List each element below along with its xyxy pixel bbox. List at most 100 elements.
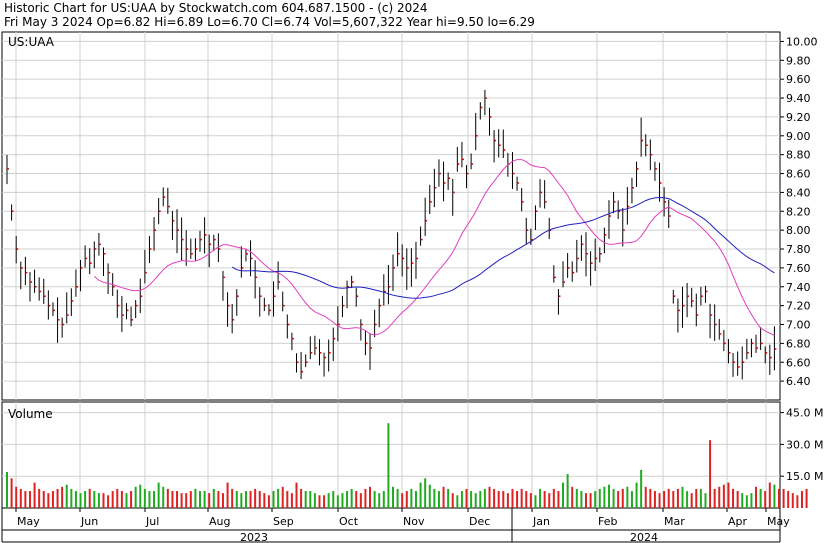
- volume-bar: [336, 495, 339, 508]
- volume-bar: [562, 482, 565, 508]
- volume-bar: [672, 491, 675, 508]
- volume-bar: [28, 491, 31, 508]
- volume-bar: [470, 491, 473, 508]
- volume-bar: [745, 495, 748, 508]
- volume-bar: [778, 488, 780, 508]
- volume-bar: [575, 488, 578, 508]
- volume-bar: [479, 491, 482, 508]
- volume-bar: [548, 493, 551, 508]
- volume-bar: [171, 491, 174, 508]
- volume-bar: [84, 491, 87, 508]
- volume-bar: [221, 493, 224, 508]
- volume-bar: [520, 488, 523, 508]
- volume-bar: [759, 488, 762, 508]
- month-label: Jul: [145, 515, 159, 528]
- volume-bar: [640, 469, 643, 508]
- stock-chart: 10.00 9.80 9.60 9.40 9.20 9.00 8.80 8.60 8.40 8.2…: [1, 31, 823, 543]
- volume-bar: [350, 488, 353, 508]
- volume-bar: [396, 488, 399, 508]
- volume-bar: [102, 493, 105, 508]
- volume-bar: [281, 486, 284, 508]
- price-tick-label: 8.80: [786, 149, 811, 162]
- volume-bar: [203, 491, 206, 508]
- volume-bar: [111, 491, 114, 508]
- month-label: Aug: [209, 515, 230, 528]
- volume-bar: [653, 491, 656, 508]
- volume-bar: [70, 488, 73, 508]
- volume-bar: [116, 488, 119, 508]
- price-tick-label: 6.80: [786, 337, 811, 350]
- volume-bar: [566, 474, 569, 508]
- volume-bar: [125, 493, 128, 508]
- grid-layer: [1, 31, 781, 509]
- volume-bar: [267, 495, 270, 508]
- volume-bar: [649, 488, 652, 508]
- volume-bar: [304, 491, 307, 508]
- volume-bar: [713, 488, 716, 508]
- price-tick-label: 9.00: [786, 130, 811, 143]
- volume-bar: [373, 491, 376, 508]
- volume-bar: [419, 482, 422, 508]
- volume-bar: [51, 491, 54, 508]
- volume-panel-title: Volume: [8, 407, 53, 421]
- volume-bar: [768, 482, 771, 508]
- volume-bar: [773, 484, 776, 508]
- volume-bar: [263, 493, 266, 508]
- month-label: Jun: [80, 515, 98, 528]
- price-tick-label: 8.20: [786, 205, 811, 218]
- volume-bar: [235, 491, 238, 508]
- price-tick-label: 9.80: [786, 54, 811, 67]
- volume-bar: [208, 493, 211, 508]
- volume-bar: [143, 488, 146, 508]
- volume-bar: [414, 491, 417, 508]
- volume-bar: [240, 493, 243, 508]
- volume-bar: [617, 491, 620, 508]
- volume-bar: [516, 491, 519, 508]
- month-label: Apr: [728, 515, 748, 528]
- month-label: Feb: [598, 515, 617, 528]
- volume-bar: [594, 491, 597, 508]
- volume-bar: [212, 488, 215, 508]
- volume-bar: [800, 491, 803, 508]
- volume-bar: [65, 484, 68, 508]
- volume-bar: [442, 486, 445, 508]
- volume-bar: [313, 493, 316, 508]
- month-label: May: [767, 515, 790, 528]
- volume-bar: [364, 488, 367, 508]
- volume-bar: [502, 491, 505, 508]
- price-tick-label: 7.40: [786, 281, 811, 294]
- volume-bar: [42, 491, 45, 508]
- volume-bar: [727, 482, 730, 508]
- volume-bar: [543, 491, 546, 508]
- volume-bar: [658, 493, 661, 508]
- volume-bar: [272, 491, 275, 508]
- month-label: Sep: [273, 515, 294, 528]
- volume-bar: [612, 488, 615, 508]
- volume-bar: [626, 486, 629, 508]
- volume-bar: [741, 493, 744, 508]
- volume-bar: [194, 488, 197, 508]
- price-tick-label: 6.40: [786, 375, 811, 388]
- volume-bar: [290, 493, 293, 508]
- volume-bar: [787, 491, 790, 508]
- volume-bar: [327, 493, 330, 508]
- price-tick-label: 7.20: [786, 300, 811, 313]
- volume-bar: [488, 486, 491, 508]
- volume-bar: [437, 491, 440, 508]
- volume-bar: [585, 493, 587, 508]
- volume-bar: [718, 486, 721, 508]
- volume-bar: [24, 491, 27, 508]
- volume-bar: [557, 491, 560, 508]
- volume-bar: [258, 491, 261, 508]
- volume-bar: [33, 482, 36, 508]
- price-tick-label: 8.60: [786, 168, 811, 181]
- volume-bar: [511, 488, 514, 508]
- volume-bar: [690, 493, 693, 508]
- volume-bar: [300, 488, 303, 508]
- volume-bar: [254, 488, 257, 508]
- volume-bar: [97, 493, 100, 508]
- volume-bar: [410, 488, 413, 508]
- volume-bar: [460, 491, 463, 508]
- volume-bar: [93, 491, 96, 508]
- volume-bar: [695, 488, 698, 508]
